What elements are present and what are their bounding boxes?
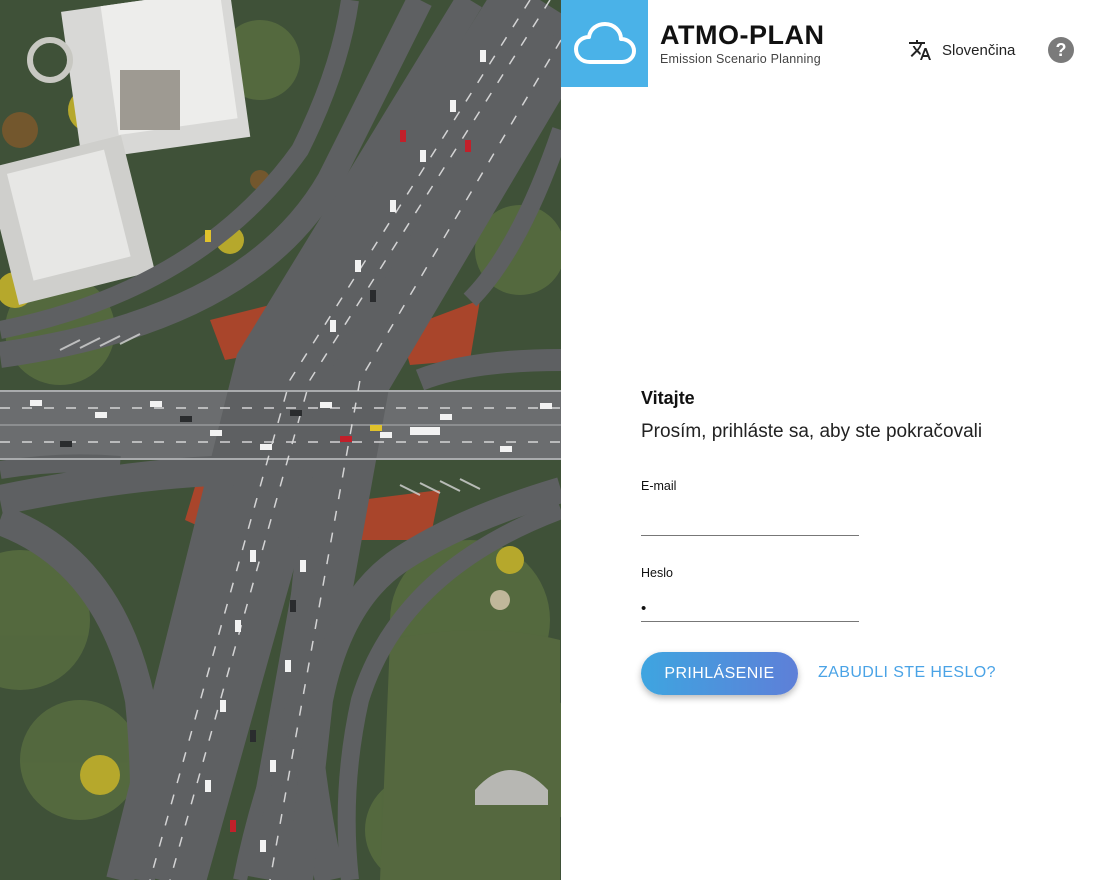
background-image-aerial-interchange [0, 0, 561, 880]
email-field[interactable] [641, 509, 859, 536]
welcome-heading: Vitajte [641, 388, 695, 408]
logo [561, 0, 648, 87]
translate-icon [909, 40, 931, 60]
help-icon[interactable]: ? [1048, 37, 1074, 63]
language-label: Slovenčina [942, 41, 1016, 59]
forgot-password-link[interactable]: ZABUDLI STE HESLO? [818, 664, 996, 682]
app-name: ATMO-PLAN [660, 20, 825, 50]
app-tagline: Emission Scenario Planning [660, 52, 821, 66]
login-instruction: Prosím, prihláste sa, aby ste pokračoval… [641, 421, 983, 442]
cloud-icon [573, 21, 636, 64]
brand: ATMO-PLAN Emission Scenario Planning [660, 20, 824, 66]
login-button[interactable]: PRIHLÁSENIE [641, 652, 798, 695]
password-field[interactable] [641, 595, 859, 622]
email-label: E-mail [641, 479, 677, 493]
login-panel: ATMO-PLAN Emission Scenario Planning Slo… [561, 0, 1106, 880]
language-selector[interactable]: Slovenčina [908, 38, 1015, 62]
password-label: Heslo [641, 566, 673, 580]
